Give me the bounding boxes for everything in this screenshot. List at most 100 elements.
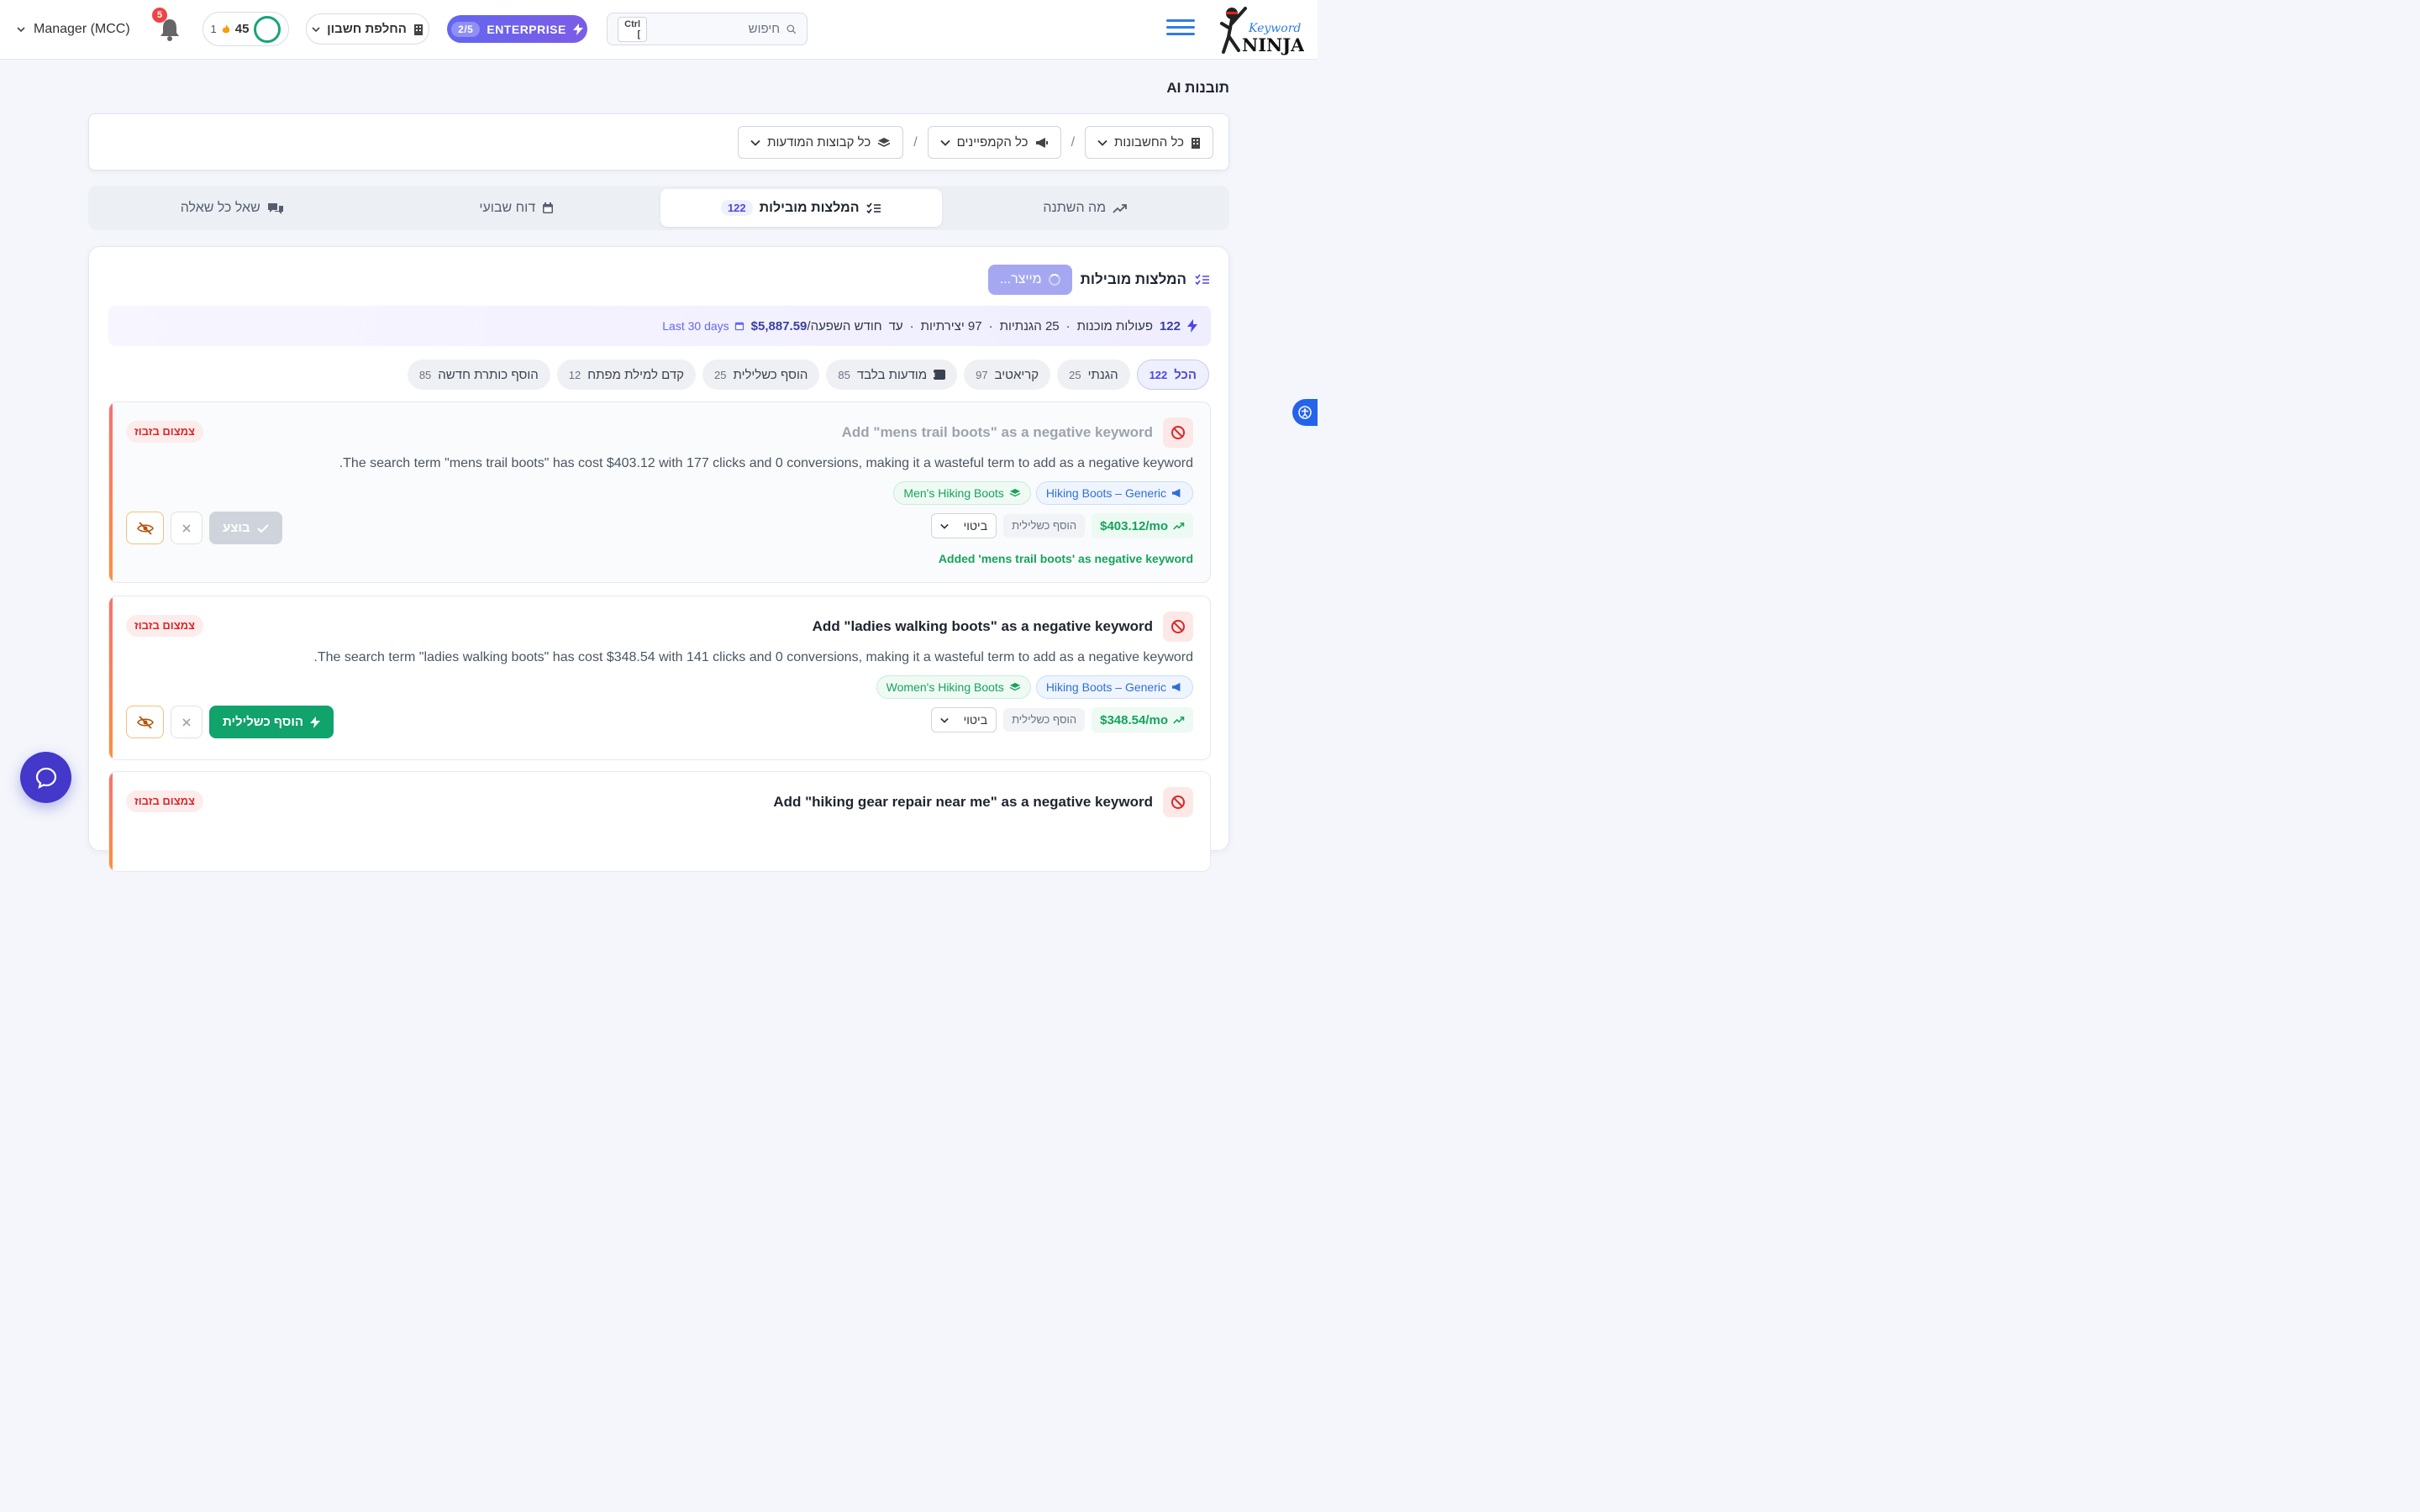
ad-groups-label: כל קבוצות המודעות xyxy=(767,135,871,150)
creative-count: 97 יצירתיות xyxy=(920,318,982,333)
keyword-ninja-logo[interactable]: Keyword NINJA xyxy=(1220,3,1304,55)
layers-icon xyxy=(1009,488,1021,497)
search-icon xyxy=(786,24,797,34)
campaign-name: Hiking Boots – Generic xyxy=(1045,680,1166,694)
period-selector[interactable]: Last 30 days xyxy=(662,319,744,333)
user-label: Manager (MCC) xyxy=(34,22,130,36)
campaigns-label: כל הקמפיינים xyxy=(956,135,1028,150)
chip-add-headline[interactable]: הוסף כותרת חדשה 85 xyxy=(407,360,550,390)
tab-label: מה השתנה xyxy=(1043,200,1107,215)
match-type-select[interactable]: ביטוי xyxy=(930,707,997,732)
building-icon xyxy=(1192,137,1200,149)
search-input[interactable] xyxy=(654,22,781,36)
chip-ads-only[interactable]: Ad מודעות בלבד 85 xyxy=(826,360,958,390)
tab-label: דוח שבועי xyxy=(479,200,536,215)
section-title: המלצות מובילות xyxy=(1080,271,1186,287)
chat-launcher-button[interactable] xyxy=(20,752,71,803)
match-type-select[interactable]: ביטוי xyxy=(930,513,997,538)
generating-label: מייצר... xyxy=(999,272,1042,286)
match-type-value: ביטוי xyxy=(963,713,988,727)
tab-top-recommendations[interactable]: המלצות מובילות 122 xyxy=(660,189,942,227)
menu-toggle-icon[interactable] xyxy=(1166,15,1195,44)
impact-value: $348.54/mo xyxy=(1100,712,1168,727)
match-type-value: ביטוי xyxy=(963,519,988,533)
category-filters: הכל 122 הגנתי 25 קריאטיב 97 Ad מודעות בלבד 8… xyxy=(407,360,1209,390)
ad-group-name: Women's Hiking Boots xyxy=(886,680,1004,694)
summary-dot: · xyxy=(988,318,993,333)
summary-bar: 122 פעולות מוכנות · 25 הגנתיות · 97 יציר… xyxy=(108,306,1211,346)
insights-tabs: מה השתנה המלצות מובילות 122 דוח שבועי שא… xyxy=(88,186,1229,230)
logo-word-top: Keyword xyxy=(1248,22,1301,35)
campaign-tag[interactable]: Hiking Boots – Generic xyxy=(1035,675,1193,699)
chip-all[interactable]: הכל 122 xyxy=(1136,360,1209,390)
summary-dot: · xyxy=(909,318,914,333)
search-box[interactable]: Ctrl ] xyxy=(607,13,808,45)
filter-separator: / xyxy=(1071,134,1076,150)
tab-what-changed[interactable]: מה השתנה xyxy=(945,189,1227,227)
chip-creative[interactable]: קריאטיב 97 xyxy=(964,360,1051,390)
ad-group-tag[interactable]: Women's Hiking Boots xyxy=(876,675,1031,699)
notification-badge: 5 xyxy=(152,8,167,23)
chip-count: 25 xyxy=(1069,368,1081,381)
dismiss-button[interactable] xyxy=(171,706,203,738)
impact-total: $5,887.59 /חודש השפעה xyxy=(751,319,882,333)
score-widget[interactable]: 1 45 xyxy=(203,12,289,46)
campaign-tag[interactable]: Hiking Boots – Generic xyxy=(1035,481,1193,505)
chip-promote-keyword[interactable]: קדם למילת מפתח 12 xyxy=(556,360,697,390)
filter-separator: / xyxy=(913,134,918,150)
switch-account-label: החלפת חשבון xyxy=(327,22,407,36)
ad-groups-dropdown[interactable]: כל קבוצות המודעות xyxy=(738,126,904,159)
chip-defensive[interactable]: הגנתי 25 xyxy=(1057,360,1130,390)
top-bar: Keyword NINJA Ctrl ] 2/5 ENTERPRISE החלפ… xyxy=(0,0,1318,60)
megaphone-icon xyxy=(1035,137,1048,148)
chevron-down-icon xyxy=(940,139,950,146)
chat-icon xyxy=(35,767,56,789)
accessibility-icon xyxy=(1298,406,1312,419)
tab-ask-anything[interactable]: שאל כל שאלה xyxy=(92,189,373,227)
campaigns-dropdown[interactable]: כל הקמפיינים xyxy=(927,126,1061,159)
chevron-down-icon xyxy=(939,717,949,723)
chip-add-negative[interactable]: הוסף כשלילית 25 xyxy=(702,360,820,390)
ad-group-tag[interactable]: Men's Hiking Boots xyxy=(893,481,1031,505)
impact-suffix: /חודש השפעה xyxy=(807,318,882,333)
recommendation-icon xyxy=(1163,612,1193,642)
chip-count: 85 xyxy=(838,368,850,381)
chip-label: הוסף כותרת חדשה xyxy=(438,367,539,382)
chip-count: 97 xyxy=(976,368,988,381)
recommendation-card: Add "hiking gear repair near me" as a ne… xyxy=(108,771,1211,872)
tab-weekly-report[interactable]: דוח שבועי xyxy=(376,189,658,227)
generating-button[interactable]: מייצר... xyxy=(987,265,1072,295)
summary-dot: · xyxy=(1065,318,1071,333)
recommendation-title: Add "hiking gear repair near me" as a ne… xyxy=(773,794,1153,810)
switch-account-button[interactable]: החלפת חשבון xyxy=(306,13,429,45)
hide-button[interactable] xyxy=(126,512,164,544)
impact-prefix: עד xyxy=(888,318,903,333)
filter-bar: כל החשבונות / כל הקמפיינים / כל קבוצות ה… xyxy=(88,113,1229,171)
action-result: Added 'mens trail boots' as negative key… xyxy=(938,552,1193,565)
accessibility-button[interactable] xyxy=(1292,399,1318,426)
chip-count: 25 xyxy=(714,368,727,381)
waste-badge: צמצום בזבוז xyxy=(126,615,203,637)
logo-word-bottom: NINJA xyxy=(1242,34,1304,55)
dismiss-button[interactable] xyxy=(171,512,203,544)
plan-badge[interactable]: 2/5 ENTERPRISE xyxy=(447,15,587,43)
recommendation-icon xyxy=(1163,417,1193,448)
trend-up-icon xyxy=(1113,203,1128,213)
accounts-dropdown[interactable]: כל החשבונות xyxy=(1085,126,1213,159)
recommendation-card: Add "ladies walking boots" as a negative… xyxy=(108,596,1211,760)
chip-label: הגנתי xyxy=(1087,367,1118,382)
calendar-icon xyxy=(734,322,744,331)
tab-count-badge: 122 xyxy=(720,200,753,216)
hide-button[interactable] xyxy=(126,706,164,738)
plan-label: ENTERPRISE xyxy=(487,22,566,36)
eye-off-icon xyxy=(136,521,154,535)
user-menu[interactable]: Manager (MCC) xyxy=(17,18,130,40)
chip-label: הוסף כשלילית xyxy=(733,367,808,382)
spinner-icon xyxy=(1048,274,1060,286)
chevron-down-icon xyxy=(17,27,25,33)
ban-icon xyxy=(1171,426,1185,439)
svg-text:Ad: Ad xyxy=(934,372,935,379)
add-negative-button[interactable]: הוסף כשלילית xyxy=(209,706,334,738)
action-type-label: הוסף כשלילית xyxy=(1003,708,1086,732)
waste-badge: צמצום בזבוז xyxy=(126,790,203,812)
